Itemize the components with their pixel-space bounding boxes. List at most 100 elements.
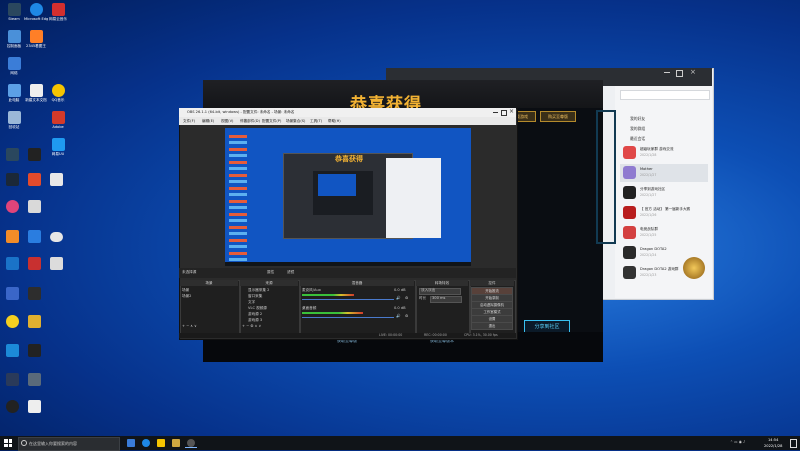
desktop-icon[interactable]: Adobe (46, 111, 70, 129)
qq-music-icon (51, 84, 65, 97)
add-scene-button[interactable]: + − ∧ ∨ (182, 324, 197, 328)
menu-help[interactable]: 帮助(H) (328, 119, 341, 124)
volume-slider[interactable] (302, 317, 394, 318)
menu-profile[interactable]: 配置文件(P) (262, 119, 281, 124)
menu-my-friends[interactable]: 我的好友 (630, 116, 645, 122)
desktop-icon[interactable]: 此电脑 (2, 84, 26, 102)
taskbar-search-box[interactable]: 在这里输入你要搜索的内容 (18, 437, 120, 451)
maximize-icon[interactable] (676, 70, 683, 77)
exit-button[interactable]: 退出 (471, 322, 513, 330)
app-icon[interactable] (50, 173, 63, 186)
uu-accelerator-icon (51, 138, 65, 151)
menu-docks[interactable]: 停靠部件(D) (240, 119, 260, 124)
chat-search-bar[interactable] (620, 90, 710, 100)
properties-button[interactable]: 属性 (267, 270, 274, 275)
chat-list-item[interactable]: 分享到游戏社区 2022/1/27 (620, 184, 708, 202)
app-icon[interactable] (50, 257, 63, 270)
source-item[interactable]: 窗口采集 (248, 294, 262, 299)
gear-icon[interactable]: ⚙ (405, 314, 408, 318)
app-icon[interactable] (6, 400, 19, 413)
desktop-icon[interactable]: Microsoft Edge (24, 3, 48, 21)
desktop-icon[interactable]: Steam (2, 3, 26, 21)
menu-file[interactable]: 文件(F) (183, 119, 195, 124)
app-icon[interactable] (28, 200, 41, 213)
start-button[interactable] (4, 439, 12, 447)
app-icon[interactable] (28, 173, 41, 186)
preview-chat-window (386, 158, 441, 238)
scenes-header: 场景 (180, 280, 238, 286)
gear-icon[interactable]: ⚙ (405, 296, 408, 300)
app-icon[interactable] (28, 315, 41, 328)
close-icon[interactable]: × (509, 108, 514, 115)
app-icon[interactable] (28, 230, 41, 243)
chat-list-item[interactable]: 【 官方 活动】 第一届新手大赛 2022/1/26 (620, 204, 708, 222)
app-icon[interactable] (28, 373, 41, 386)
app-icon[interactable] (6, 373, 19, 386)
source-item[interactable]: 游戏源 3 (248, 318, 262, 323)
buy-ultimate-button[interactable]: 购买至尊版 (540, 111, 576, 122)
clock-date[interactable]: 2022/1/28 (764, 444, 782, 448)
menu-recent[interactable]: 最近会话 (630, 136, 645, 142)
recycle-bin-icon (7, 111, 21, 124)
avatar (623, 166, 636, 179)
file-explorer-icon[interactable] (157, 439, 165, 447)
app-icon[interactable] (6, 200, 19, 213)
desktop-icon[interactable]: 网易UU (46, 138, 70, 156)
speaker-icon[interactable]: 🔊 (396, 314, 400, 318)
app-icon[interactable] (28, 148, 41, 161)
transition-value: 淡入淡出 (421, 288, 436, 292)
desktop-icon[interactable]: 回收站 (2, 111, 26, 129)
clock-time[interactable]: 14:54 (768, 438, 778, 442)
desktop-icon[interactable]: QQ音乐 (46, 84, 70, 102)
filters-button[interactable]: 滤镜 (287, 270, 294, 275)
menu-scene-collection[interactable]: 场景集合(S) (286, 119, 305, 124)
app-icon[interactable] (28, 344, 41, 357)
menu-edit[interactable]: 编辑(E) (202, 119, 214, 124)
chat-list-item[interactable]: 电竞战队群 2022/1/25 (620, 224, 708, 242)
app-icon[interactable] (50, 232, 63, 242)
app-icon[interactable] (6, 344, 19, 357)
app-icon[interactable] (6, 230, 19, 243)
source-item[interactable]: VLC 视频源 (248, 306, 267, 311)
sources-header: 来源 (240, 280, 298, 286)
notification-icon[interactable] (790, 439, 797, 448)
menu-view[interactable]: 视图(V) (221, 119, 233, 124)
add-source-button[interactable]: + − ⚙ ∧ ∨ (242, 324, 261, 328)
desktop-icon[interactable]: 2345看图王 (24, 30, 48, 48)
obs-window-title: OBS 26.1.1 (64-bit, windows) - 配置文件: 未命名… (187, 110, 295, 114)
desktop-icon[interactable]: 网易云音乐 (46, 3, 70, 21)
minimize-icon[interactable] (493, 112, 498, 113)
app-icon[interactable] (28, 257, 41, 270)
app-icon[interactable] (6, 315, 19, 328)
scene-item[interactable]: 场景2 (182, 294, 191, 299)
source-item[interactable]: 显示器采集 2 (248, 288, 269, 293)
obs-icon[interactable] (187, 439, 195, 447)
app-icon[interactable] (6, 148, 19, 161)
app-icon[interactable] (6, 173, 19, 186)
network-icon (7, 57, 21, 70)
edge-icon[interactable] (142, 439, 150, 447)
menu-tools[interactable]: 工具(T) (310, 119, 322, 124)
minimize-icon[interactable] (664, 72, 670, 73)
desktop-icon[interactable]: 网络 (2, 57, 26, 75)
app-icon[interactable] (28, 400, 41, 413)
duration-value: 300 ms (432, 296, 446, 300)
tray-icons[interactable]: ⌃ ▭ ◉ ♪ (730, 440, 745, 444)
chat-list-item[interactable]: Mother 2022/1/27 (620, 164, 708, 182)
app-icon[interactable] (6, 287, 19, 300)
source-item[interactable]: 文字 (248, 300, 255, 305)
app-icon[interactable] (6, 257, 19, 270)
source-item[interactable]: 游戏源 2 (248, 312, 262, 317)
app-icon[interactable] (28, 287, 41, 300)
desktop-icon[interactable]: 控制面板 (2, 30, 26, 48)
volume-slider[interactable] (302, 299, 394, 300)
close-icon[interactable]: × (690, 68, 696, 76)
game-launcher-icon[interactable] (172, 439, 180, 447)
menu-my-groups[interactable]: 我的群组 (630, 126, 645, 132)
desktop-icon[interactable]: 新建文本文档 (24, 84, 48, 102)
task-view-icon[interactable] (127, 439, 135, 447)
scene-item[interactable]: 场景 (182, 288, 189, 293)
maximize-icon[interactable] (501, 110, 507, 116)
chat-list-item[interactable]: 超级玩家群 游戏交流 2022/1/28 (620, 144, 708, 162)
speaker-icon[interactable]: 🔊 (396, 296, 400, 300)
